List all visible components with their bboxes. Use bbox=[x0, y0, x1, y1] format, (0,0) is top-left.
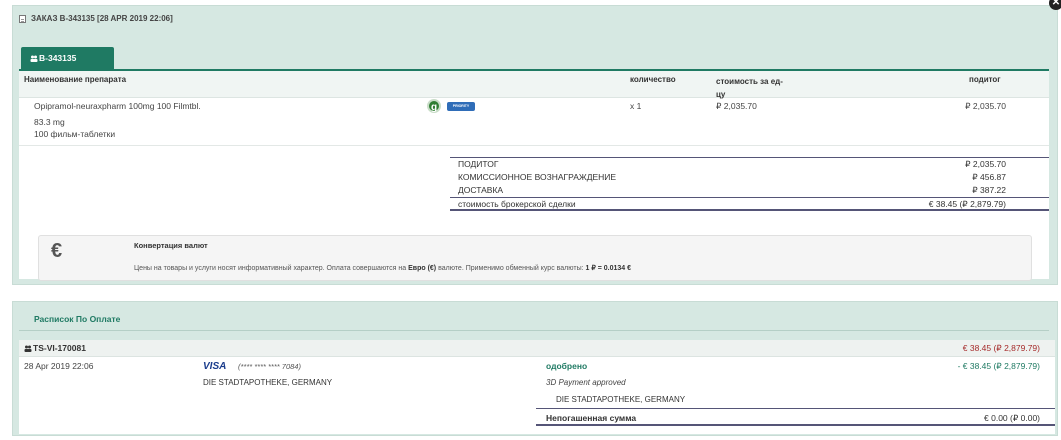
payment-receipt: TS-VI-170081 € 38.45 (₽ 2,879.79) 28 Apr… bbox=[19, 340, 1055, 434]
summary-delivery-value: ₽ 387.22 bbox=[972, 185, 1006, 195]
conversion-title: Конвертация валют bbox=[134, 241, 208, 250]
summary-commission-row: КОМИССИОННОЕ ВОЗНАГРАЖДЕНИЕ ₽ 456.87 bbox=[450, 171, 1049, 184]
product-form: 100 фильм-таблетки bbox=[34, 129, 116, 139]
card-number-masked: (**** **** **** 7084) bbox=[238, 362, 301, 371]
generic-badge: g bbox=[427, 99, 441, 113]
visa-logo: VISA bbox=[203, 361, 227, 372]
summary-commission-label: КОМИССИОННОЕ ВОЗНАГРАЖДЕНИЕ bbox=[458, 172, 617, 182]
product-qty: x 1 bbox=[630, 101, 642, 111]
product-dose: 83.3 mg bbox=[34, 117, 65, 127]
merchant-name-secondary: DIE STADTAPOTHEKE, GERMANY bbox=[556, 395, 686, 404]
payment-amount: - € 38.45 (₽ 2,879.79) bbox=[957, 361, 1040, 371]
conversion-text-before: Цены на товары и услуги носят информатив… bbox=[134, 265, 409, 272]
summary-delivery-row: ДОСТАВКА ₽ 387.22 bbox=[450, 184, 1049, 197]
payments-panel: Расписок По Оплате TS-VI-170081 € 38.45 … bbox=[12, 301, 1058, 436]
summary-total-label: стоимость брокерской сделки bbox=[458, 199, 576, 209]
conversion-currency: Евро (€) bbox=[408, 265, 437, 272]
transaction-id-text: TS-VI-170081 bbox=[33, 343, 86, 353]
transaction-amount: € 38.45 (₽ 2,879.79) bbox=[962, 343, 1040, 353]
divider bbox=[19, 330, 1049, 331]
summary-total-value: € 38.45 (₽ 2,879.79) bbox=[928, 199, 1006, 209]
users-icon bbox=[24, 345, 32, 352]
table-header: Наименование препарата количество стоимо… bbox=[19, 71, 1049, 99]
table-row: Opipramol-neuraxpharm 100mg 100 Filmtbl.… bbox=[19, 98, 1049, 146]
users-icon bbox=[30, 55, 38, 62]
tab-order[interactable]: B-343135 bbox=[21, 47, 114, 70]
transaction-row: TS-VI-170081 € 38.45 (₽ 2,879.79) bbox=[19, 340, 1055, 357]
product-name: Opipramol-neuraxpharm 100mg 100 Filmtbl. bbox=[34, 101, 201, 111]
order-panel: ЗАКАЗ B-343135 [28 APR 2019 22:06] B-343… bbox=[12, 5, 1058, 285]
conversion-text-middle: валюте. Применимо обменный курс валюты: bbox=[436, 265, 586, 272]
summary-subtotal-row: ПОДИТОГ ₽ 2,035.70 bbox=[450, 158, 1049, 171]
payments-title: Расписок По Оплате bbox=[34, 314, 121, 324]
col-subtotal-header: подитог bbox=[969, 75, 1001, 84]
currency-conversion-box: € Конвертация валют Цены на товары и усл… bbox=[38, 235, 1032, 281]
summary-total-row: стоимость брокерской сделки € 38.45 (₽ 2… bbox=[450, 197, 1049, 211]
conversion-rate: 1 ₽ = 0.0134 € bbox=[585, 265, 632, 272]
unpaid-label: Непогашенная сумма bbox=[546, 413, 637, 423]
col-qty-header: количество bbox=[630, 75, 676, 84]
merchant-name: DIE STADTAPOTHEKE, GERMANY bbox=[203, 378, 333, 387]
product-subtotal: ₽ 2,035.70 bbox=[965, 101, 1006, 111]
unpaid-value: € 0.00 (₽ 0.00) bbox=[984, 413, 1040, 423]
product-unit-price: ₽ 2,035.70 bbox=[716, 101, 757, 111]
summary-delivery-label: ДОСТАВКА bbox=[458, 185, 504, 195]
conversion-text: Цены на товары и услуги носят информатив… bbox=[134, 264, 631, 272]
transaction-id: TS-VI-170081 bbox=[24, 343, 86, 353]
payment-status: одобрено bbox=[546, 361, 588, 371]
order-header: ЗАКАЗ B-343135 [28 APR 2019 22:06] bbox=[19, 14, 173, 23]
order-items-table: Наименование препарата количество стоимо… bbox=[19, 69, 1049, 281]
col-name-header: Наименование препарата bbox=[24, 75, 127, 84]
close-icon[interactable]: ✕ bbox=[1049, 0, 1061, 10]
euro-icon: € bbox=[51, 240, 63, 262]
tab-order-label: B-343135 bbox=[39, 53, 77, 63]
summary-commission-value: ₽ 456.87 bbox=[972, 172, 1006, 182]
order-header-title: ЗАКАЗ B-343135 [28 APR 2019 22:06] bbox=[31, 14, 173, 23]
secure-note: 3D Payment approved bbox=[546, 378, 626, 387]
summary-subtotal-label: ПОДИТОГ bbox=[458, 159, 499, 169]
priority-badge: PRIORITY bbox=[447, 102, 475, 111]
document-icon bbox=[19, 14, 26, 23]
order-summary: ПОДИТОГ ₽ 2,035.70 КОМИССИОННОЕ ВОЗНАГРА… bbox=[450, 157, 1049, 211]
unpaid-row: Непогашенная сумма € 0.00 (₽ 0.00) bbox=[536, 408, 1055, 426]
summary-subtotal-value: ₽ 2,035.70 bbox=[965, 159, 1006, 169]
payment-date: 28 Apr 2019 22:06 bbox=[24, 361, 94, 371]
